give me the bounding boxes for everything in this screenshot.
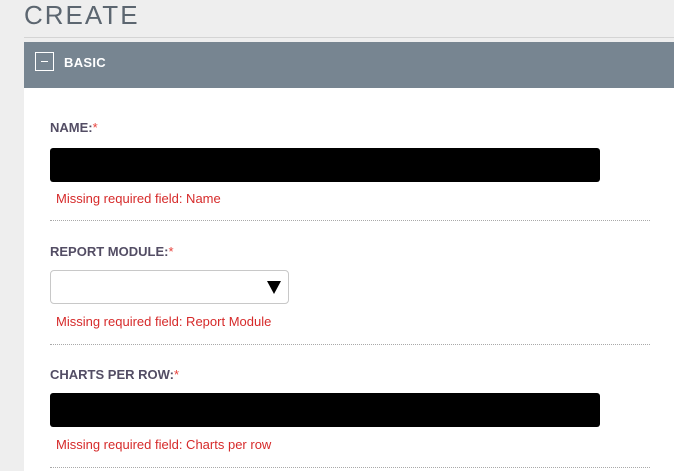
charts-per-row-label: CHARTS PER ROW:* <box>50 367 179 382</box>
charts-per-row-required-mark: * <box>173 367 180 382</box>
separator <box>50 220 650 221</box>
collapse-button[interactable] <box>35 52 54 71</box>
name-label-text: NAME: <box>50 120 93 135</box>
charts-per-row-input[interactable] <box>50 393 600 427</box>
charts-per-row-error: Missing required field: Charts per row <box>56 437 272 452</box>
charts-per-row-label-text: CHARTS PER ROW: <box>50 367 174 382</box>
minus-icon <box>41 61 48 62</box>
name-input[interactable] <box>50 148 600 182</box>
title-divider <box>24 37 674 38</box>
name-required-mark: * <box>92 120 98 135</box>
report-module-label: REPORT MODULE:* <box>50 244 174 259</box>
panel-header[interactable]: BASIC <box>24 42 674 88</box>
report-module-error: Missing required field: Report Module <box>56 314 272 329</box>
page-title: CREATE <box>24 0 140 30</box>
report-module-label-text: REPORT MODULE: <box>50 244 169 259</box>
name-error: Missing required field: Name <box>56 191 221 206</box>
report-module-select[interactable] <box>50 270 289 304</box>
basic-panel: BASIC NAME:* Missing required field: Nam… <box>24 42 674 471</box>
name-label: NAME:* <box>50 120 98 135</box>
separator <box>50 344 650 345</box>
panel-header-label: BASIC <box>64 55 106 70</box>
report-module-required-mark: * <box>168 244 174 259</box>
separator <box>50 467 650 468</box>
caret-down-icon <box>267 281 281 294</box>
create-page: CREATE BASIC NAME:* Missing required fie… <box>0 0 674 471</box>
